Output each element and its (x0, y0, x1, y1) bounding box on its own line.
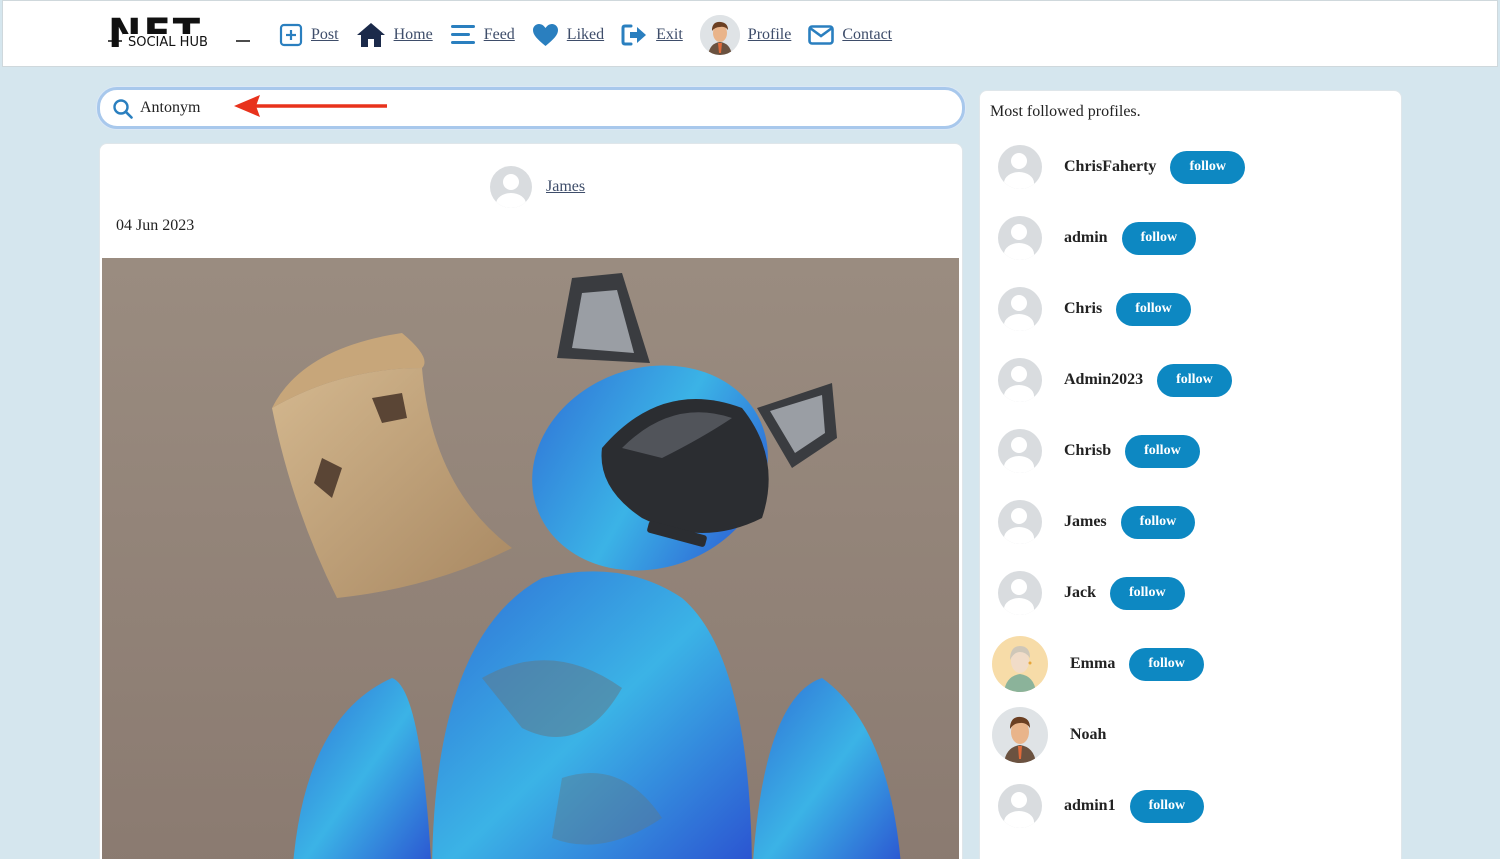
profile-name[interactable]: Emma (1070, 655, 1115, 673)
follow-button[interactable]: follow (1120, 505, 1196, 539)
profile-name[interactable]: Jack (1064, 584, 1096, 602)
most-followed-sidebar: Most followed profiles. ChrisFaherty fol… (979, 90, 1402, 859)
profile-avatar-default (998, 571, 1042, 615)
profile-row-james: James follow (998, 494, 1196, 550)
profile-avatar-default (998, 784, 1042, 828)
nav-exit[interactable]: Exit (621, 23, 683, 47)
post-date: 04 Jun 2023 (116, 217, 195, 234)
profile-row-chrisfaherty: ChrisFaherty follow (998, 139, 1245, 195)
nav-feed-label[interactable]: Feed (484, 26, 515, 44)
profile-name[interactable]: ChrisFaherty (1064, 158, 1156, 176)
nav-profile[interactable]: Profile (699, 15, 792, 55)
profile-row-chris: Chris follow (998, 281, 1191, 337)
top-navbar: NFT SOCIAL HUB Post Home (2, 0, 1498, 67)
profile-row-jack: Jack follow (998, 565, 1185, 621)
nav-liked[interactable]: Liked (532, 23, 604, 47)
profile-name[interactable]: James (1064, 513, 1107, 531)
exit-icon (621, 24, 647, 46)
nav-links: Post Home Feed Liked Exit Profile Contac… (279, 13, 909, 57)
post-card: James 04 Jun 2023 (99, 143, 963, 859)
home-icon (356, 23, 385, 47)
author-avatar (490, 166, 532, 208)
annotation-arrow-icon (234, 95, 387, 117)
profile-row-admin2023: Admin2023 follow (998, 352, 1232, 408)
envelope-icon (808, 25, 835, 45)
menu-lines-icon (450, 25, 475, 44)
profile-row-emma: Emma follow (992, 636, 1204, 692)
profile-avatar-default (998, 358, 1042, 402)
search-bar[interactable] (97, 87, 965, 129)
post-nft-image[interactable] (102, 258, 959, 859)
follow-button[interactable]: follow (1110, 576, 1185, 610)
author-name-link[interactable]: James (546, 178, 585, 196)
follow-button[interactable]: follow (1170, 150, 1245, 184)
nav-contact-label[interactable]: Contact (842, 26, 892, 44)
profile-avatar-default (998, 145, 1042, 189)
follow-button[interactable]: follow (1125, 434, 1200, 468)
search-icon (113, 99, 133, 119)
follow-button[interactable]: follow (1116, 292, 1191, 326)
nav-liked-label[interactable]: Liked (567, 26, 604, 44)
profile-avatar-default (998, 216, 1042, 260)
nav-post[interactable]: Post (279, 23, 339, 47)
follow-button[interactable]: follow (1121, 221, 1197, 255)
plus-square-icon (279, 23, 303, 47)
profile-name[interactable]: Chrisb (1064, 442, 1111, 460)
post-author: James (490, 166, 585, 208)
follow-button[interactable]: follow (1129, 789, 1205, 823)
profile-avatar-default (998, 287, 1042, 331)
follow-button[interactable]: follow (1157, 363, 1232, 397)
nav-contact[interactable]: Contact (808, 25, 892, 45)
profile-avatar (699, 15, 740, 55)
nav-feed[interactable]: Feed (450, 24, 515, 46)
profile-name[interactable]: admin1 (1064, 797, 1116, 815)
profile-row-admin: admin follow (998, 210, 1197, 266)
profile-name[interactable]: admin (1064, 229, 1108, 247)
nav-exit-label[interactable]: Exit (656, 26, 683, 44)
profile-name[interactable]: Chris (1064, 300, 1102, 318)
nav-profile-label[interactable]: Profile (748, 26, 792, 44)
nav-home[interactable]: Home (356, 22, 433, 48)
profile-row-noah: Noah (992, 707, 1106, 763)
follow-button[interactable]: follow (1129, 647, 1204, 681)
logo-small-text: SOCIAL HUB (128, 35, 208, 50)
profile-avatar-emma (992, 636, 1048, 692)
profile-name[interactable]: Noah (1070, 726, 1106, 744)
profile-name[interactable]: Admin2023 (1064, 371, 1143, 389)
profile-row-chrisb: Chrisb follow (998, 423, 1200, 479)
profile-avatar-noah (992, 707, 1048, 763)
sidebar-title: Most followed profiles. (990, 103, 1141, 120)
profile-row-admin1: admin1 follow (998, 778, 1205, 834)
nav-home-label[interactable]: Home (394, 26, 433, 44)
profile-avatar-default (998, 429, 1042, 473)
profile-avatar-default (998, 500, 1042, 544)
nav-post-label[interactable]: Post (311, 26, 339, 44)
heart-icon (532, 24, 558, 46)
nft-social-hub-logo[interactable]: NFT SOCIAL HUB (106, 11, 252, 59)
